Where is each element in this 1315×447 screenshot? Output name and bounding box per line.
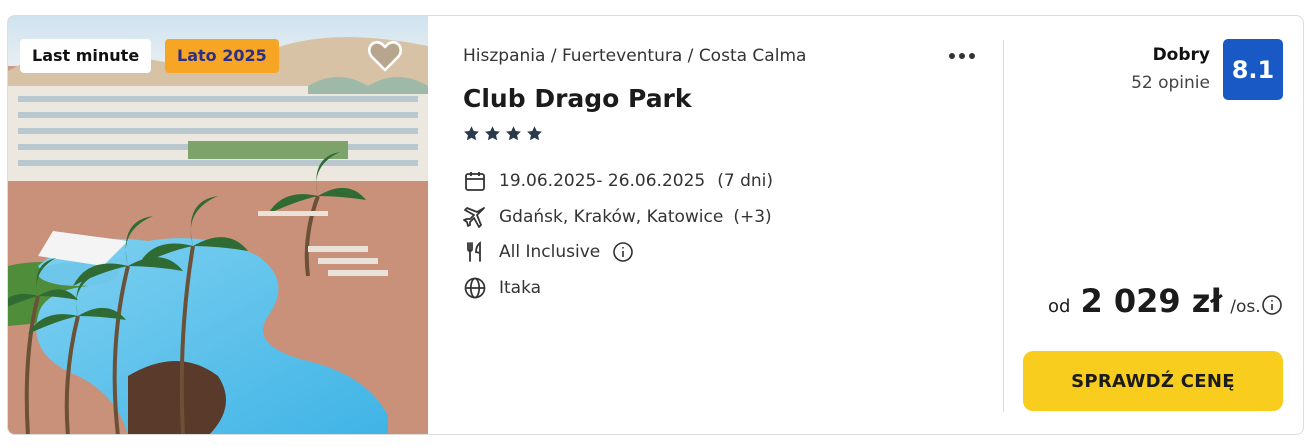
hotel-photo-illustration <box>8 16 428 434</box>
star-icon <box>506 126 521 141</box>
offer-card[interactable]: Last minute Lato 2025 Hiszpania / Fuerte… <box>7 15 1304 435</box>
rating-score: 8.1 <box>1223 39 1283 100</box>
globe-icon <box>463 276 487 300</box>
airports-row: Gdańsk, Kraków, Katowice (+3) <box>463 203 772 231</box>
info-icon[interactable] <box>612 241 634 263</box>
last-minute-badge: Last minute <box>20 39 152 73</box>
calendar-icon <box>463 169 487 193</box>
price-suffix: /os. <box>1230 297 1261 317</box>
more-dots-icon[interactable] <box>945 44 979 68</box>
price-amount: 2 029 zł <box>1080 282 1223 320</box>
star-icon <box>485 126 500 141</box>
hotel-photo[interactable]: Last minute Lato 2025 <box>8 16 428 434</box>
dates-row: 19.06.2025- 26.06.2025 (7 dni) <box>463 167 773 195</box>
reviews-count[interactable]: 52 opinie <box>1131 73 1210 93</box>
nights-text: (7 dni) <box>717 171 773 191</box>
check-price-button[interactable]: SPRAWDŹ CENĘ <box>1023 351 1283 411</box>
airports-text: Gdańsk, Kraków, Katowice <box>499 207 724 227</box>
heart-icon[interactable] <box>365 36 405 76</box>
plane-icon <box>463 205 487 229</box>
operator-row: Itaka <box>463 274 541 302</box>
season-badge: Lato 2025 <box>165 39 279 73</box>
cutlery-icon <box>463 240 487 264</box>
board-text: All Inclusive <box>499 242 601 262</box>
more-airports-link[interactable]: (+3) <box>733 207 771 227</box>
hotel-name[interactable]: Club Drago Park <box>463 84 692 113</box>
dates-text: 19.06.2025- 26.06.2025 <box>499 171 706 191</box>
divider <box>1003 40 1004 412</box>
rating-label: Dobry <box>1152 45 1210 65</box>
star-icon <box>527 126 542 141</box>
hotel-stars <box>463 125 543 142</box>
price: od 2 029 zł /os. <box>1048 282 1261 320</box>
info-icon[interactable] <box>1261 294 1283 316</box>
location-breadcrumb[interactable]: Hiszpania / Fuerteventura / Costa Calma <box>463 46 806 66</box>
operator-text: Itaka <box>499 278 542 298</box>
star-icon <box>464 126 479 141</box>
board-row: All Inclusive <box>463 238 634 266</box>
price-prefix: od <box>1048 296 1071 317</box>
